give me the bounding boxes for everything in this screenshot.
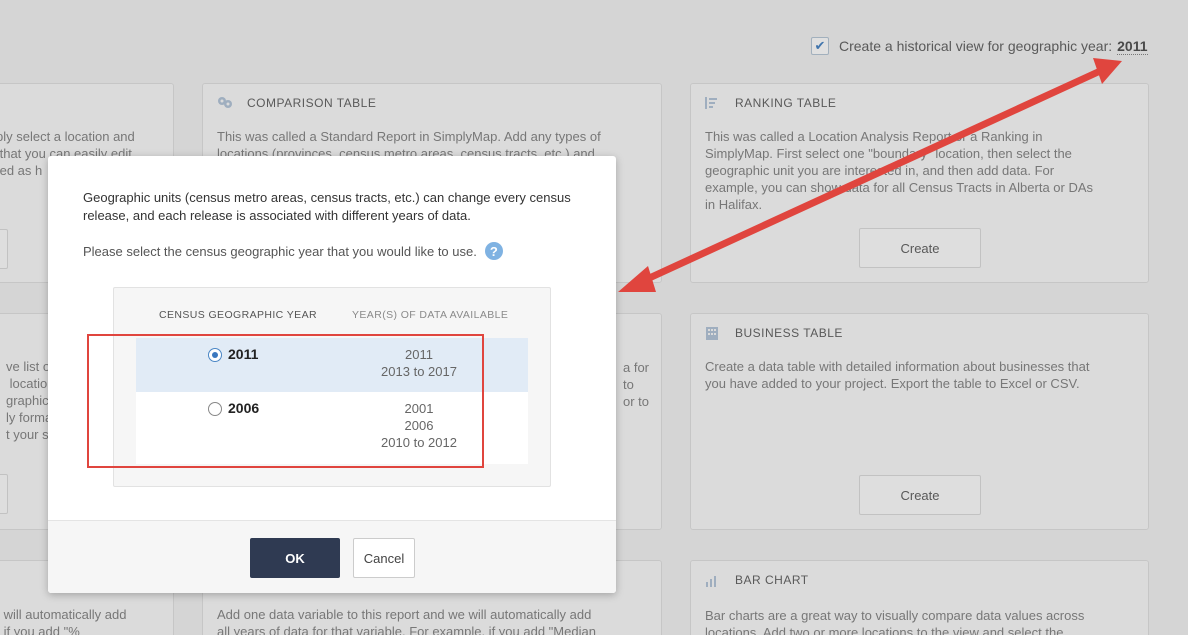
question-mark-icon[interactable]: ? (484, 242, 503, 260)
census-year-row-2011[interactable]: 2011 2011 2013 to 2017 (136, 338, 528, 392)
census-year-label: 2011 (228, 346, 259, 362)
radio-2006[interactable] (208, 402, 222, 416)
radio-2011[interactable] (208, 348, 222, 362)
census-year-table: CENSUS GEOGRAPHIC YEAR YEAR(S) OF DATA A… (113, 287, 551, 487)
available-year: 2013 to 2017 (381, 364, 457, 379)
available-year: 2010 to 2012 (381, 435, 457, 450)
years-available: 2001 2006 2010 to 2012 (344, 400, 494, 451)
ok-button[interactable]: OK (250, 538, 340, 578)
available-year: 2011 (405, 347, 433, 362)
column-header-census-year: CENSUS GEOGRAPHIC YEAR (159, 309, 317, 321)
cancel-button[interactable]: Cancel (353, 538, 415, 578)
column-header-years-available: YEAR(S) OF DATA AVAILABLE (352, 309, 509, 321)
prompt-text: Please select the census geographic year… (83, 243, 477, 259)
dialog-prompt: Please select the census geographic year… (83, 242, 503, 260)
census-year-row-2006[interactable]: 2006 2001 2006 2010 to 2012 (136, 392, 528, 464)
census-year-label: 2006 (228, 400, 260, 416)
available-year: 2006 (404, 418, 434, 433)
years-available: 2011 2013 to 2017 (344, 346, 494, 380)
dialog-footer: OK Cancel (48, 520, 616, 593)
available-year: 2001 (404, 401, 434, 416)
census-year-dialog: Geographic units (census metro areas, ce… (48, 156, 616, 593)
dialog-intro-text: Geographic units (census metro areas, ce… (83, 190, 571, 223)
